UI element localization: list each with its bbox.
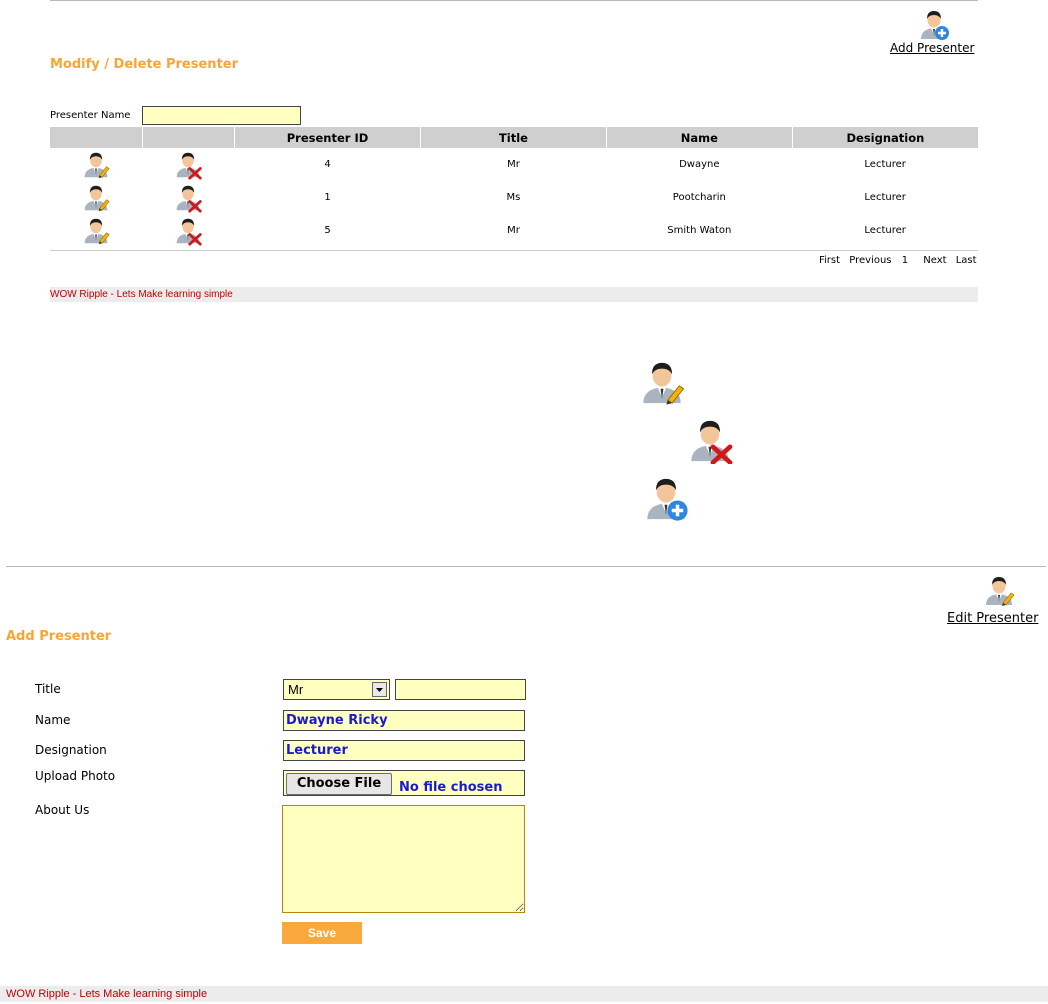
user-edit-icon [639, 360, 685, 406]
cell-designation: Lecturer [864, 159, 906, 170]
title-extra-input[interactable] [395, 679, 526, 700]
cell-name: Dwayne [679, 159, 720, 170]
pager: First Previous 1 Next Last [813, 255, 977, 266]
footer-bottom: WOW Ripple - Lets Make learning simple [0, 986, 1048, 1002]
search-label: Presenter Name [50, 110, 131, 121]
user-edit-icon[interactable] [82, 150, 110, 180]
user-delete-icon[interactable] [174, 150, 202, 180]
page-title: Modify / Delete Presenter [50, 57, 239, 72]
cell-presenter-id: 4 [324, 159, 331, 170]
cell-edit [50, 214, 142, 247]
designation-field[interactable]: Lecturer [283, 740, 525, 761]
title-select[interactable]: Mr [283, 679, 390, 700]
top-divider [50, 0, 978, 1]
cell-designation: Lecturer [864, 225, 906, 236]
cell-delete [142, 148, 235, 181]
cell-name: Pootcharin [672, 192, 726, 203]
cell-title: Ms [506, 192, 521, 203]
cell-title: Mr [507, 159, 520, 170]
cell-presenter-id: 5 [324, 225, 331, 236]
cell-edit [50, 148, 142, 181]
header-title: Title [420, 127, 607, 148]
table-row: 4 Mr Dwayne Lecturer [50, 148, 978, 181]
cell-title: Mr [507, 225, 520, 236]
user-edit-icon[interactable] [983, 575, 1015, 607]
presenter-table: Presenter ID Title Name Designation 4 Mr D… [50, 127, 978, 247]
cell-delete [142, 181, 235, 214]
table-header-row: Presenter ID Title Name Designation [50, 127, 978, 148]
cell-presenter-id: 1 [324, 192, 331, 203]
user-edit-icon[interactable] [82, 183, 110, 213]
header-name: Name [606, 127, 793, 148]
table-row: 5 Mr Smith Waton Lecturer [50, 214, 978, 247]
user-delete-icon[interactable] [174, 183, 202, 213]
cell-edit [50, 181, 142, 214]
cell-designation: Lecturer [864, 192, 906, 203]
pager-first[interactable]: First [819, 255, 840, 266]
pager-page[interactable]: 1 [902, 255, 908, 266]
header-presenter-id: Presenter ID [234, 127, 422, 148]
pager-last[interactable]: Last [956, 255, 977, 266]
presenter-name-input[interactable] [142, 106, 301, 125]
user-edit-icon[interactable] [82, 216, 110, 246]
header-delete [142, 127, 235, 148]
file-upload-field: Choose File No file chosen [283, 770, 525, 796]
user-delete-icon[interactable] [174, 216, 202, 246]
chevron-down-icon[interactable] [372, 682, 387, 697]
title-select-value: Mr [288, 682, 304, 697]
about-us-label: About Us [35, 803, 90, 817]
user-add-icon[interactable] [918, 9, 950, 41]
title-label: Title [35, 682, 61, 696]
footer-text: WOW Ripple - Lets Make learning simple [50, 289, 233, 300]
no-file-text: No file chosen [399, 780, 503, 795]
add-presenter-link[interactable]: Add Presenter [890, 41, 974, 55]
header-edit [50, 127, 143, 148]
table-bottom-divider [50, 250, 978, 251]
about-us-textarea[interactable] [282, 805, 525, 913]
name-field[interactable]: Dwayne Ricky [283, 710, 525, 731]
footer-text: WOW Ripple - Lets Make learning simple [6, 988, 208, 1000]
pager-next[interactable]: Next [923, 255, 946, 266]
user-add-icon [643, 476, 689, 522]
pager-previous[interactable]: Previous [849, 255, 891, 266]
user-delete-icon [687, 418, 733, 464]
cell-delete [142, 214, 235, 247]
save-button[interactable]: Save [282, 922, 362, 944]
table-row: 1 Ms Pootcharin Lecturer [50, 181, 978, 214]
footer-top: WOW Ripple - Lets Make learning simple [50, 287, 978, 302]
edit-presenter-link[interactable]: Edit Presenter [947, 611, 1038, 626]
upload-photo-label: Upload Photo [35, 769, 116, 783]
designation-label: Designation [35, 743, 107, 757]
choose-file-button[interactable]: Choose File [286, 773, 392, 795]
name-label: Name [35, 713, 71, 727]
header-designation: Designation [792, 127, 978, 148]
add-presenter-title: Add Presenter [6, 629, 112, 644]
bottom-divider [6, 566, 1046, 567]
cell-name: Smith Waton [667, 225, 732, 236]
